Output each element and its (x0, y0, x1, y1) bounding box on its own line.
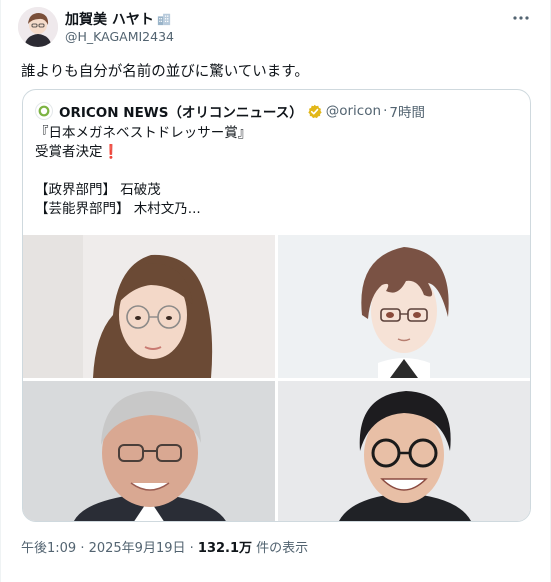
views-label: 件の表示 (252, 541, 309, 556)
quote-line-text: 受賞者決定 (35, 144, 103, 160)
quote-author-handle[interactable]: @oricon (326, 103, 381, 119)
tweet-header: 加賀美 ハヤト @H_KAGAMI2434 (18, 7, 538, 47)
exclamation-icon: ❗ (102, 144, 120, 160)
quote-line: 【政界部門】 石破茂 (35, 182, 161, 198)
photo-man-gray-hair[interactable] (23, 381, 275, 521)
verified-gold-badge-icon[interactable] (307, 104, 322, 119)
meta-separator: · (185, 541, 198, 556)
tweet-container: 加賀美 ハヤト @H_KAGAMI2434 誰よりも自分が名前の並びに驚いていま… (0, 0, 551, 582)
illustration-anime-glasses[interactable] (278, 235, 530, 378)
quote-author-name[interactable]: ORICON NEWS（オリコンニュース） (59, 101, 303, 121)
avatar[interactable] (18, 7, 58, 47)
oricon-avatar[interactable] (35, 102, 53, 120)
image-grid (23, 235, 530, 521)
quote-separator: · (383, 103, 388, 119)
quote-line: 【芸能界部門】 木村文乃... (35, 201, 201, 217)
photo-woman-glasses[interactable] (23, 235, 275, 378)
author-display-name[interactable]: 加賀美 ハヤト (65, 9, 154, 29)
tweet-timestamp[interactable]: 午後1:09 · 2025年9月19日 (21, 541, 186, 556)
more-options-icon (513, 16, 529, 20)
quote-line: 『日本メガネベストドレッサー賞』 (35, 125, 252, 141)
author-name-line[interactable]: 加賀美 ハヤト (65, 10, 171, 28)
quote-line (35, 162, 251, 181)
quote-header: ORICON NEWS（オリコンニュース） @oricon · 7時間 (35, 101, 425, 121)
quote-tweet-card[interactable]: ORICON NEWS（オリコンニュース） @oricon · 7時間 『日本メ… (22, 89, 531, 522)
office-building-icon (157, 13, 170, 26)
quote-text: 『日本メガネベストドレッサー賞』 受賞者決定❗ 【政界部門】 石破茂 【芸能界部… (35, 124, 251, 219)
tweet-meta: 午後1:09 · 2025年9月19日 · 132.1万 件の表示 (21, 537, 308, 556)
photo-man-round-glasses[interactable] (278, 381, 530, 521)
tweet-text: 誰よりも自分が名前の並びに驚いています。 (21, 64, 309, 80)
oricon-logo-icon (38, 105, 50, 117)
quote-timestamp[interactable]: 7時間 (389, 101, 425, 121)
quote-line: 受賞者決定❗ (35, 143, 251, 162)
more-options-button[interactable] (510, 9, 532, 27)
author-handle[interactable]: @H_KAGAMI2434 (65, 29, 174, 44)
views-count: 132.1万 (197, 541, 253, 556)
